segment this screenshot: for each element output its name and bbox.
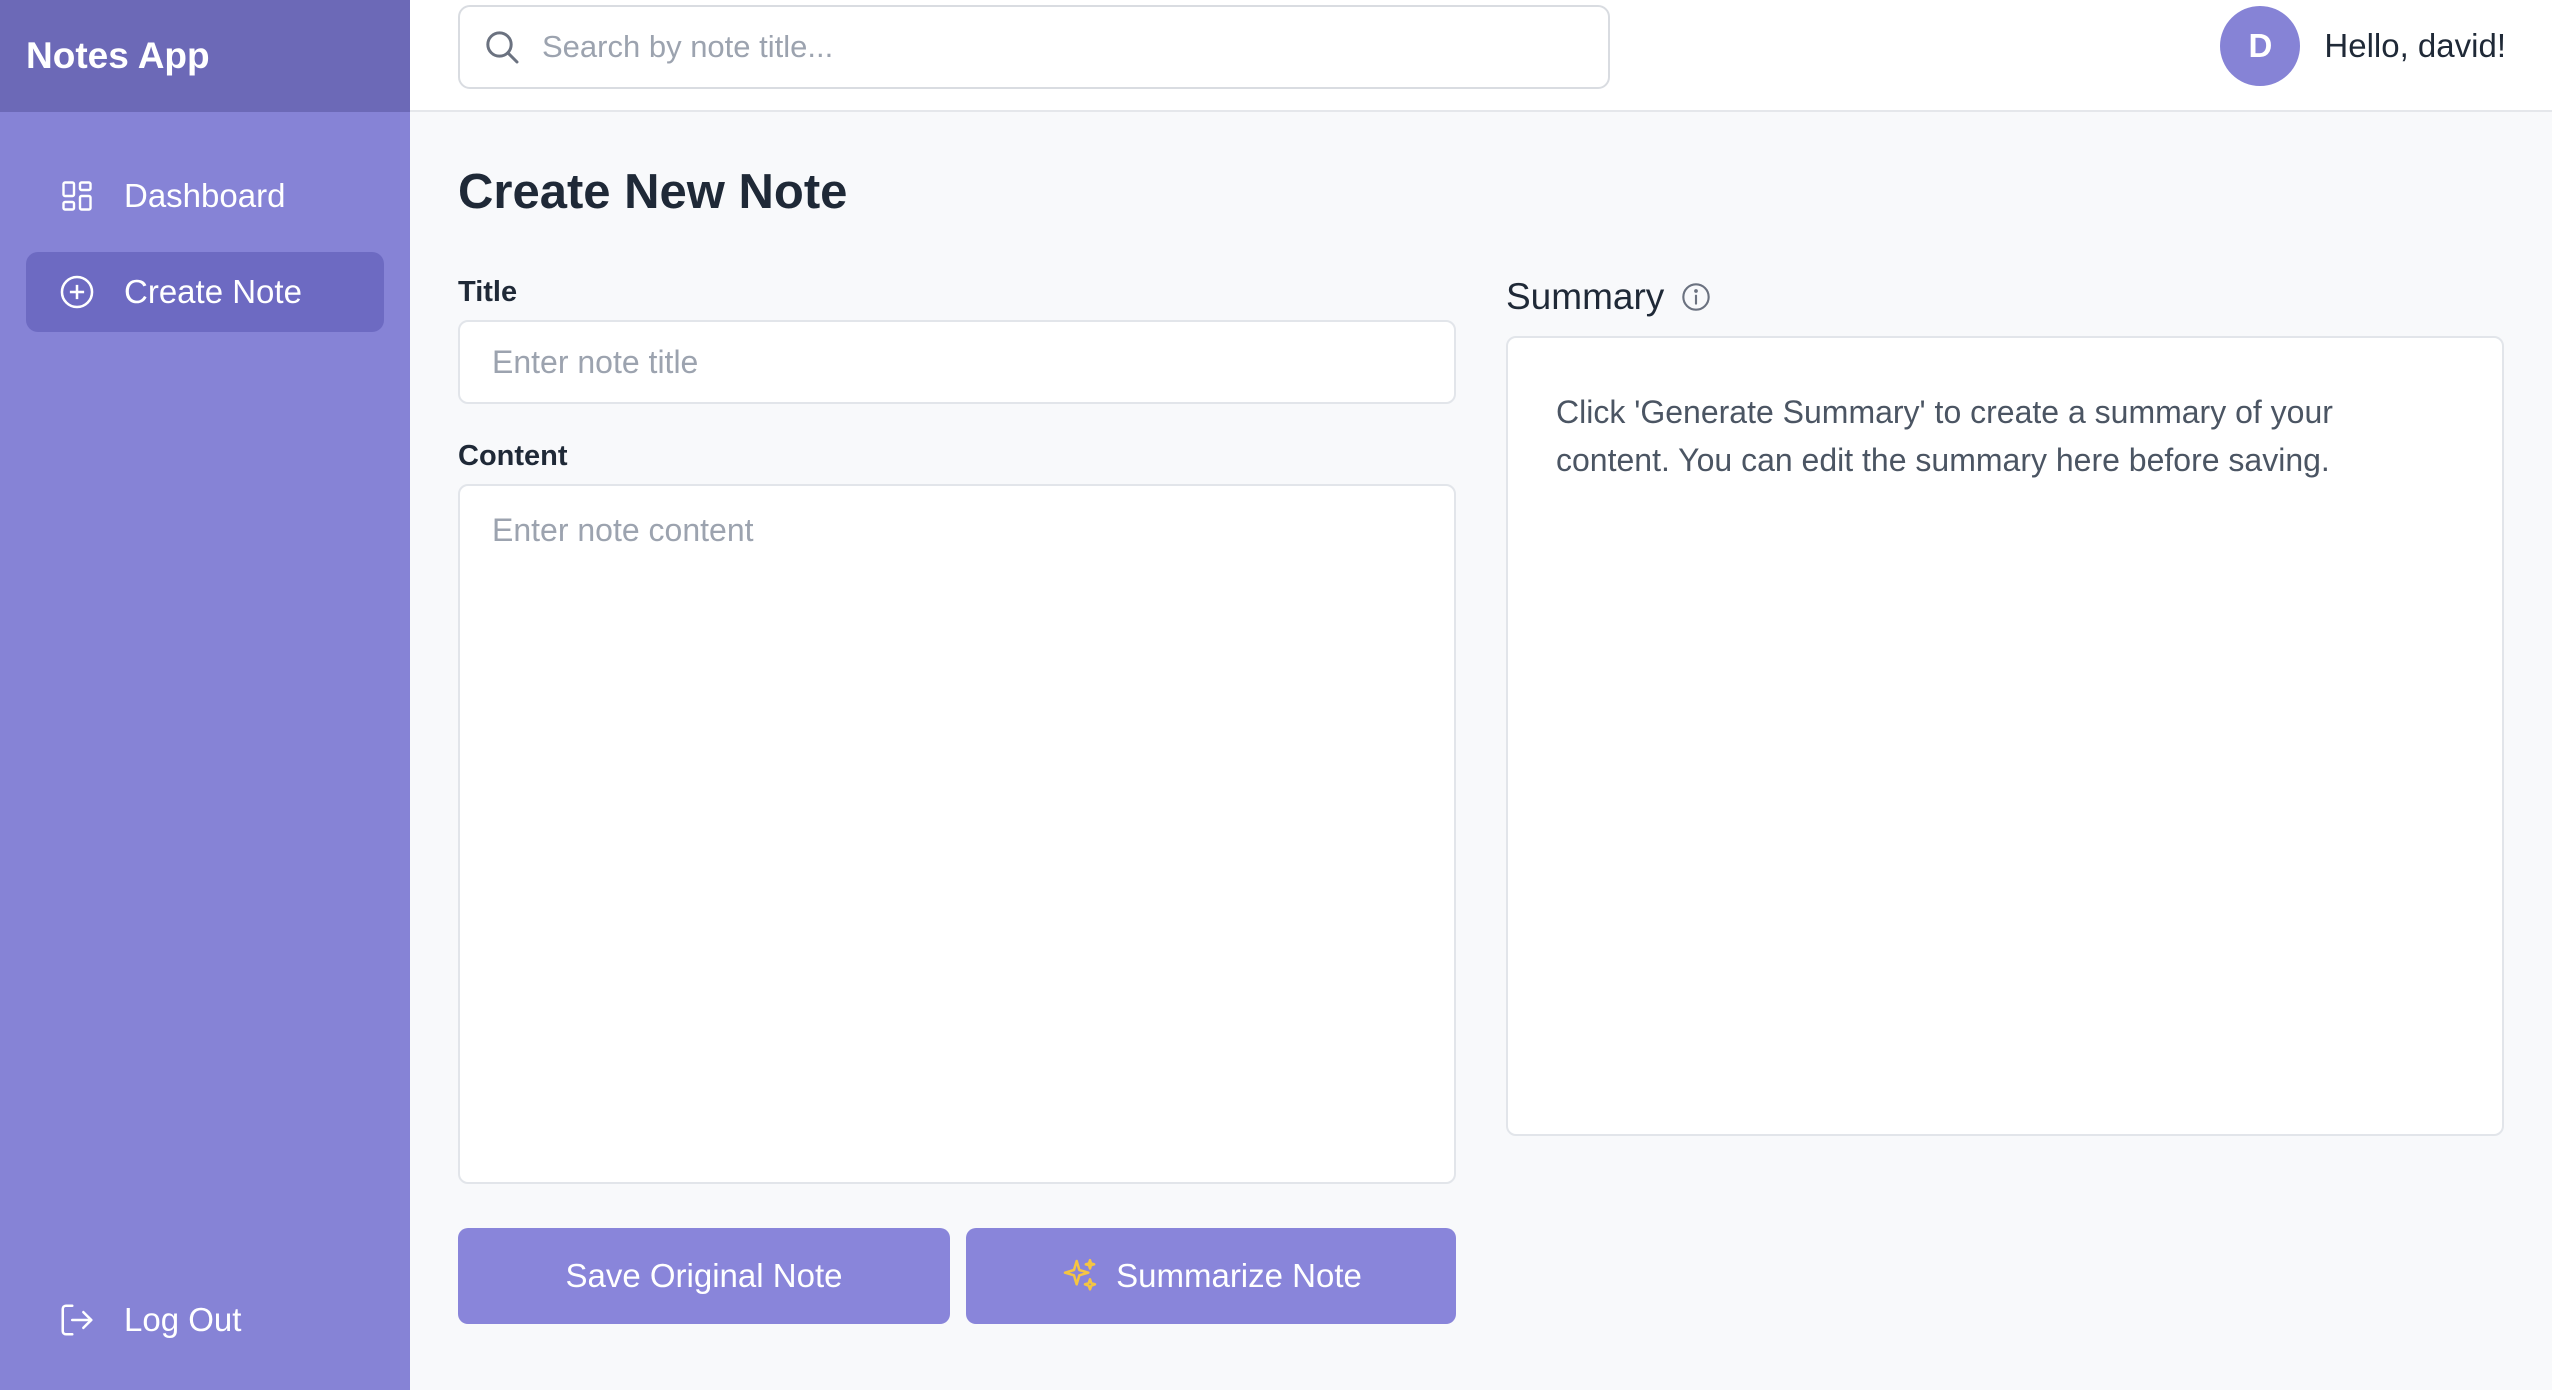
summary-title: Summary xyxy=(1506,276,1665,317)
sidebar-nav: Dashboard Create Note xyxy=(0,112,410,332)
avatar[interactable]: D xyxy=(2220,6,2301,86)
summarize-note-button[interactable]: Summarize Note xyxy=(966,1228,1456,1324)
dashboard-icon xyxy=(58,177,96,215)
summary-placeholder-text: Click 'Generate Summary' to create a sum… xyxy=(1556,394,2333,478)
summarize-button-label: Summarize Note xyxy=(1116,1257,1362,1294)
sidebar-item-create-note[interactable]: Create Note xyxy=(26,252,384,332)
logout-icon xyxy=(58,1301,96,1339)
save-original-note-button[interactable]: Save Original Note xyxy=(458,1228,950,1324)
content-textarea[interactable] xyxy=(458,484,1456,1184)
logout-label: Log Out xyxy=(124,1301,242,1338)
search-input[interactable] xyxy=(542,29,1608,65)
summary-textbox[interactable]: Click 'Generate Summary' to create a sum… xyxy=(1506,336,2504,1136)
app-brand: Notes App xyxy=(0,0,410,112)
user-menu[interactable]: D Hello, david! xyxy=(2220,6,2506,86)
logout-button[interactable]: Log Out xyxy=(26,1280,384,1360)
plus-circle-icon xyxy=(58,273,96,311)
sidebar-item-dashboard[interactable]: Dashboard xyxy=(26,156,384,236)
sidebar-item-label: Dashboard xyxy=(124,177,286,214)
title-input[interactable] xyxy=(458,320,1456,404)
sidebar: Notes App Dashboard Create Note Log Out xyxy=(0,0,410,1390)
page-title: Create New Note xyxy=(458,165,848,219)
search-icon xyxy=(482,27,522,67)
app-root: Notes App Dashboard Create Note Log Out … xyxy=(0,0,2552,1390)
main-content: Create New Note Title Content Save Origi… xyxy=(410,112,2552,1390)
sidebar-item-label: Create Note xyxy=(124,273,302,310)
top-header: D Hello, david! xyxy=(410,0,2552,112)
summary-header: Summary xyxy=(1506,276,1712,318)
save-button-label: Save Original Note xyxy=(565,1257,843,1294)
sparkles-icon xyxy=(1060,1256,1100,1296)
content-label: Content xyxy=(458,440,568,472)
user-greeting: Hello, david! xyxy=(2324,27,2506,64)
search-box[interactable] xyxy=(458,5,1610,89)
title-label: Title xyxy=(458,276,518,308)
info-icon[interactable] xyxy=(1680,281,1712,313)
